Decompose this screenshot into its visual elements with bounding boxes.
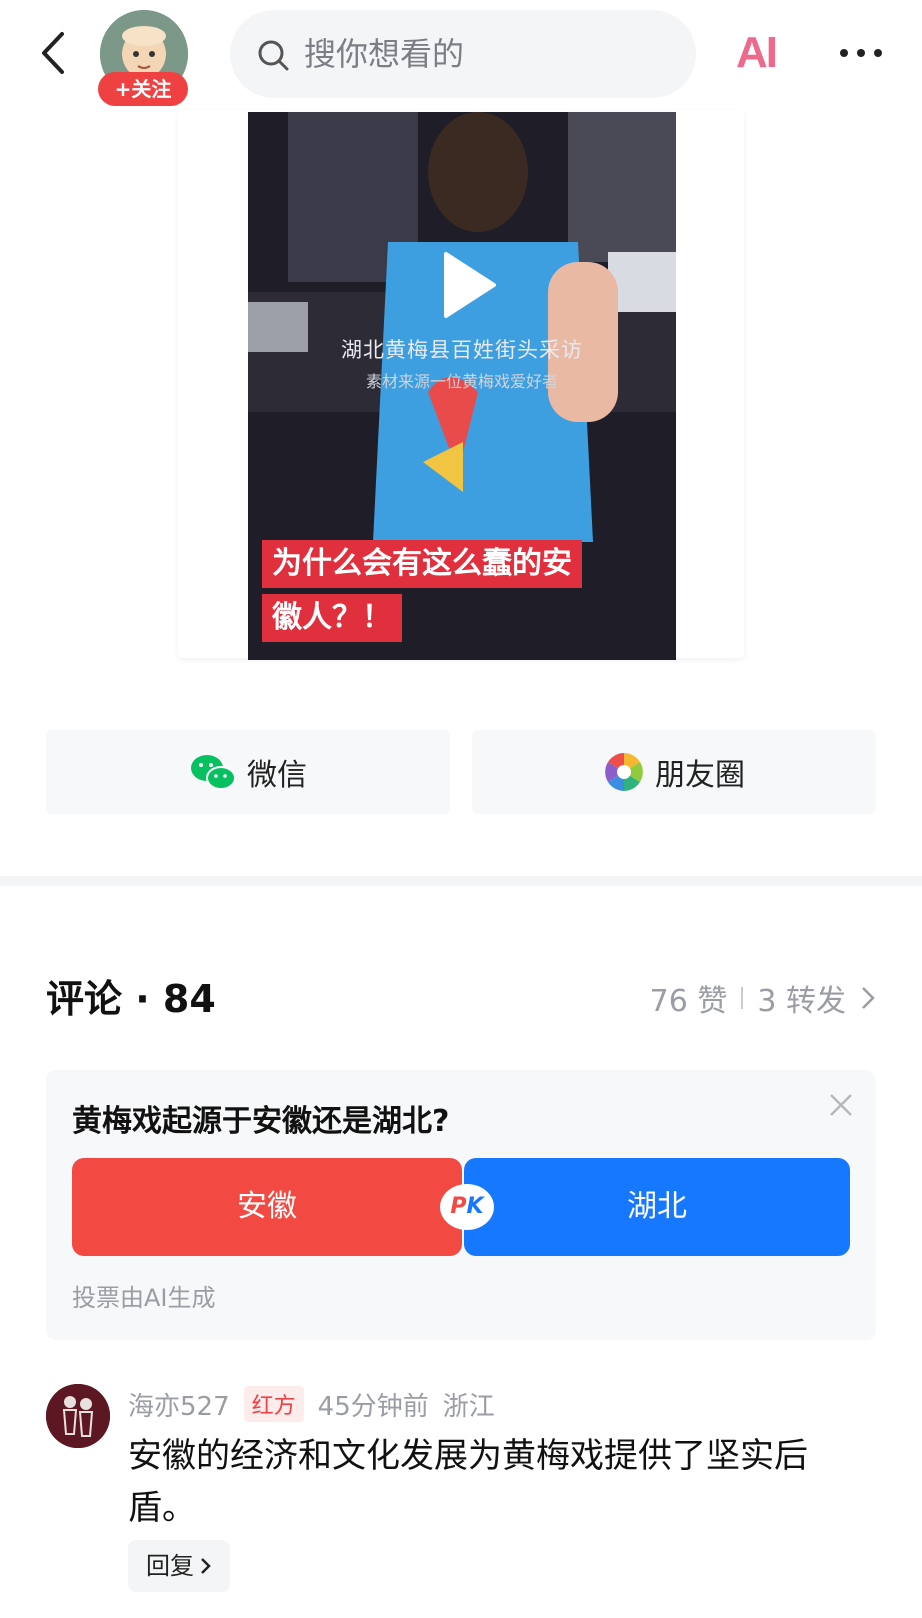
play-icon[interactable] bbox=[438, 250, 498, 320]
share-moments-button[interactable]: 朋友圈 bbox=[472, 730, 876, 814]
chevron-right-icon bbox=[201, 1558, 211, 1574]
reposts-count[interactable]: 3 转发 bbox=[757, 976, 846, 1020]
share-wechat-button[interactable]: 微信 bbox=[46, 730, 450, 814]
commenter-username[interactable]: 海亦527 bbox=[128, 1386, 230, 1423]
section-divider bbox=[0, 876, 922, 886]
pk-badge: PK bbox=[440, 1184, 494, 1230]
reply-label: 回复 bbox=[146, 1552, 194, 1580]
comment-location: 浙江 bbox=[442, 1391, 495, 1422]
stats-separator bbox=[741, 987, 744, 1009]
commenter-avatar[interactable] bbox=[46, 1384, 110, 1448]
reply-button[interactable]: 回复 bbox=[128, 1540, 230, 1592]
close-icon[interactable] bbox=[828, 1092, 854, 1118]
comment-time: 45分钟前 bbox=[317, 1391, 429, 1422]
chevron-right-icon bbox=[862, 987, 875, 1009]
video-overlay-title: 湖北黄梅县百姓街头采访 bbox=[341, 338, 583, 362]
video-thumbnail[interactable]: 湖北黄梅县百姓街头采访 素材来源一位黄梅戏爱好者 为什么会有这么蠢的安 徽人？！ bbox=[248, 112, 676, 660]
author-avatar-group[interactable]: +关注 bbox=[98, 10, 190, 106]
top-bar: +关注 搜你想看的 AI bbox=[0, 0, 922, 108]
moments-label: 朋友圈 bbox=[655, 758, 745, 793]
pk-badge-k: K bbox=[466, 1194, 484, 1219]
ai-poll-card: 黄梅戏起源于安徽还是湖北? 安徽 湖北 PK 投票由AI生成 bbox=[46, 1070, 876, 1340]
poll-option-anhui[interactable]: 安徽 bbox=[72, 1158, 462, 1256]
post-stats[interactable]: 76 赞 3 转发 bbox=[650, 976, 876, 1020]
comment-meta: 海亦527 红方 45分钟前 浙江 bbox=[128, 1384, 495, 1424]
poll-ai-note: 投票由AI生成 bbox=[72, 1284, 216, 1312]
video-caption-line2: 徽人？！ bbox=[262, 594, 402, 642]
search-placeholder: 搜你想看的 bbox=[304, 35, 465, 73]
side-badge: 红方 bbox=[243, 1386, 304, 1422]
moments-icon bbox=[605, 753, 643, 791]
poll-option-hubei[interactable]: 湖北 bbox=[464, 1158, 850, 1256]
more-options-icon[interactable] bbox=[838, 38, 884, 68]
commenter-avatar-image-icon bbox=[46, 1384, 110, 1448]
ai-icon[interactable]: AI bbox=[736, 28, 778, 78]
likes-count[interactable]: 76 赞 bbox=[650, 976, 728, 1020]
search-bar[interactable]: 搜你想看的 bbox=[230, 10, 696, 98]
video-caption-line1: 为什么会有这么蠢的安 bbox=[262, 540, 582, 588]
follow-button[interactable]: +关注 bbox=[98, 72, 188, 106]
back-arrow-icon[interactable] bbox=[34, 28, 74, 78]
video-overlay-subtitle: 素材来源一位黄梅戏爱好者 bbox=[365, 372, 558, 391]
pk-badge-p: P bbox=[450, 1194, 467, 1219]
wechat-label: 微信 bbox=[247, 758, 307, 793]
search-icon bbox=[258, 40, 289, 71]
poll-question: 黄梅戏起源于安徽还是湖北? bbox=[72, 1104, 450, 1139]
comment-text: 安徽的经济和文化发展为黄梅戏提供了坚实后盾。 bbox=[128, 1436, 808, 1528]
comments-count-heading: 评论 · 84 bbox=[46, 977, 216, 1021]
wechat-icon bbox=[191, 755, 236, 790]
